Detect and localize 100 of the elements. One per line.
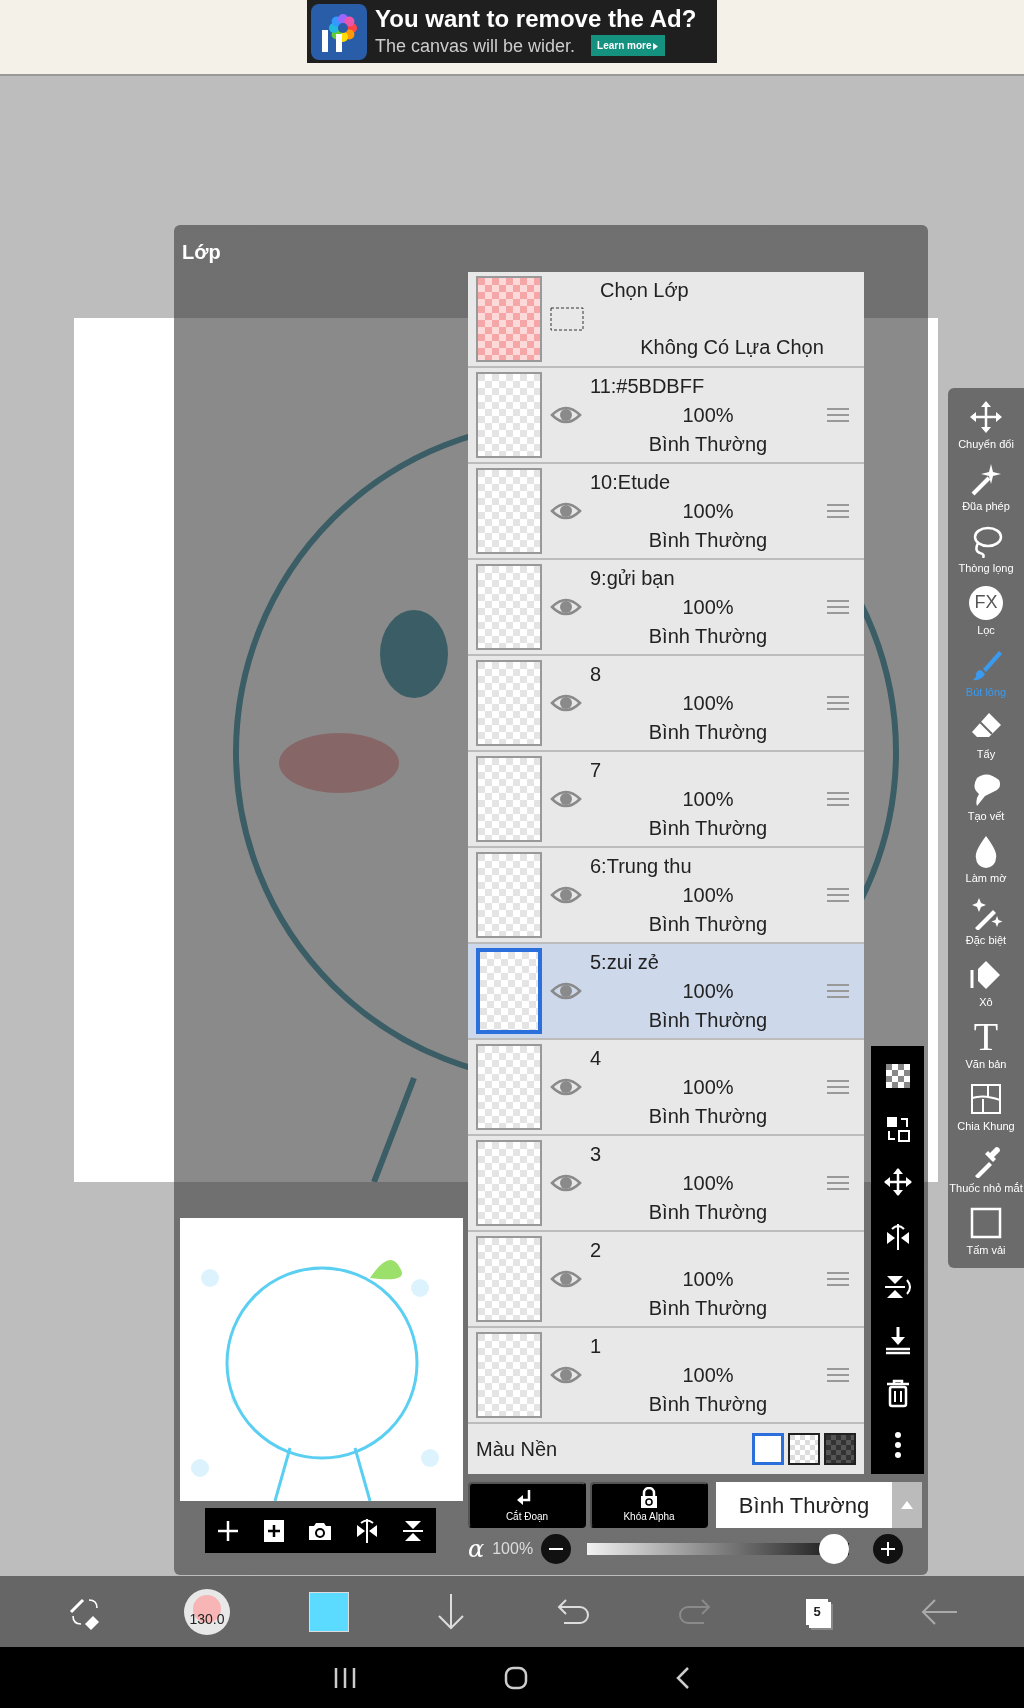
layer-opacity: 100% [682,1074,734,1100]
tool-button[interactable]: Đũa phép [948,456,1024,518]
back-arrow-icon [919,1596,959,1627]
move-icon [969,399,1003,434]
layer-name: 1 [590,1333,602,1359]
recent-apps-button[interactable] [333,1666,358,1689]
layer-blend-mode: Bình Thường [648,623,768,649]
layer-blend-mode: Bình Thường [648,719,768,745]
layer-opacity: 100% [682,1266,734,1292]
slider-thumb[interactable] [819,1534,850,1564]
layer-row[interactable]: 7 100% Bình Thường [468,752,864,846]
layer-row[interactable]: 9:gửi bạn 100% Bình Thường [468,560,864,654]
drag-handle-icon[interactable] [826,1175,850,1191]
ad-title: You want to remove the Ad? [375,7,697,31]
more-button[interactable] [893,1430,902,1459]
layer-blend-mode: Bình Thường [648,431,768,457]
plus-icon [881,1542,896,1556]
layer-row[interactable]: 5:zui zẻ 100% Bình Thường [468,944,864,1038]
layer-row[interactable]: 2 100% Bình Thường [468,1232,864,1326]
layer-opacity: 100% [682,594,734,620]
recent-apps-icon [333,1666,358,1689]
decrease-button[interactable] [541,1534,572,1564]
tool-button[interactable]: Tạo vết [948,766,1024,828]
move-button[interactable] [882,1166,913,1197]
app-logo-icon [311,3,367,60]
tool-button[interactable]: T Văn bản [948,1014,1024,1076]
home-icon [504,1665,528,1690]
caret-up-icon [900,1500,914,1510]
layer-row[interactable]: 4 100% Bình Thường [468,1040,864,1134]
tool-button[interactable]: Đặc biệt [948,890,1024,952]
layer-action-button[interactable]: Khóa Alpha [590,1482,708,1528]
layer-blend-mode: Bình Thường [648,1007,768,1033]
blend-mode-dropdown[interactable]: Bình Thường [716,1482,892,1528]
layer-opacity: 100% [682,786,734,812]
layer-name: 2 [590,1237,602,1263]
layer-blend-mode: Bình Thường [648,911,768,937]
drag-handle-icon[interactable] [826,695,850,711]
drag-handle-icon[interactable] [826,407,850,423]
layer-row[interactable]: 10:Etude 100% Bình Thường [468,464,864,558]
tool-button[interactable]: Chia Khung [948,1076,1024,1138]
tool-button[interactable]: FX Lọc [948,580,1024,642]
background-swatch[interactable] [824,1433,856,1465]
layer-name: 11:#5BDBFF [590,373,705,399]
drag-handle-icon[interactable] [826,1271,850,1287]
layer-blend-mode: Bình Thường [648,527,768,553]
selection-layer-row[interactable]: Chọn Lớp Không Có Lựa Chọn [468,272,864,366]
ad-banner[interactable]: You want to remove the Ad? The canvas will be wider. Learn more [307,0,717,63]
layer-action-button[interactable]: Cắt Đoạn [468,1482,586,1528]
drag-handle-icon[interactable] [826,983,850,999]
drag-handle-icon[interactable] [826,791,850,807]
background-swatch[interactable] [752,1433,784,1465]
ad-subtitle: The canvas will be wider. [375,36,576,55]
redo-icon [678,1596,712,1627]
layer-blend-mode: Bình Thường [648,1199,768,1225]
layer-name: 5:zui zẻ [590,949,659,975]
tool-button[interactable]: Tẩy [948,704,1024,766]
tool-button[interactable]: Tấm vải [948,1200,1024,1262]
brush-preview-icon [184,1588,230,1635]
layer-name: 7 [590,757,602,783]
drag-handle-icon[interactable] [826,503,850,519]
more-icon [893,1430,902,1459]
selection-status: Không Có Lựa Chọn [640,335,824,360]
tool-button[interactable]: Chuyển đổi [948,394,1024,456]
drag-handle-icon[interactable] [826,1079,850,1095]
drag-handle-icon[interactable] [826,887,850,903]
selection-marquee-icon [550,307,584,331]
minus-icon [549,1547,564,1551]
home-button[interactable] [504,1665,528,1690]
filter-icon: FX [969,585,1003,620]
layer-row[interactable]: 6:Trung thu 100% Bình Thường [468,848,864,942]
tool-button[interactable]: Xô [948,952,1024,1014]
drag-handle-icon[interactable] [826,1367,850,1383]
back-button[interactable] [674,1665,691,1690]
layer-name: 8 [590,661,602,687]
layer-row[interactable]: 3 100% Bình Thường [468,1136,864,1230]
layer-name: 6:Trung thu [590,853,692,879]
increase-button[interactable] [873,1534,904,1564]
drag-handle-icon[interactable] [826,599,850,615]
layer-opacity: 100% [682,690,734,716]
panel-title: Lớp [181,240,222,265]
tool-button[interactable]: Thuốc nhỏ mắt [948,1138,1024,1200]
learn-more-button[interactable]: Learn more [591,35,665,56]
move-icon [882,1166,913,1197]
frame-divider-icon [969,1081,1003,1116]
undo-icon [556,1596,590,1627]
brush-size: 130.0 [189,1610,225,1628]
layer-blend-mode: Bình Thường [648,1295,768,1321]
tool-button[interactable]: Làm mờ [948,828,1024,890]
layer-row[interactable]: 8 100% Bình Thường [468,656,864,750]
layer-name: 9:gửi bạn [590,565,675,591]
background-swatch[interactable] [788,1433,820,1465]
layer-row[interactable]: 1 100% Bình Thường [468,1328,864,1422]
brush-size-button[interactable]: 130.0 [146,1576,268,1647]
layer-blend-mode: Bình Thường [648,815,768,841]
layers-button[interactable]: 5 [756,1576,878,1647]
layer-name: 10:Etude [590,469,671,495]
layer-row[interactable]: 11:#5BDBFF 100% Bình Thường [468,368,864,462]
down-arrow-icon [435,1591,467,1632]
tool-button[interactable]: Thòng lọng [948,518,1024,580]
layer-opacity: 100% [682,402,734,428]
